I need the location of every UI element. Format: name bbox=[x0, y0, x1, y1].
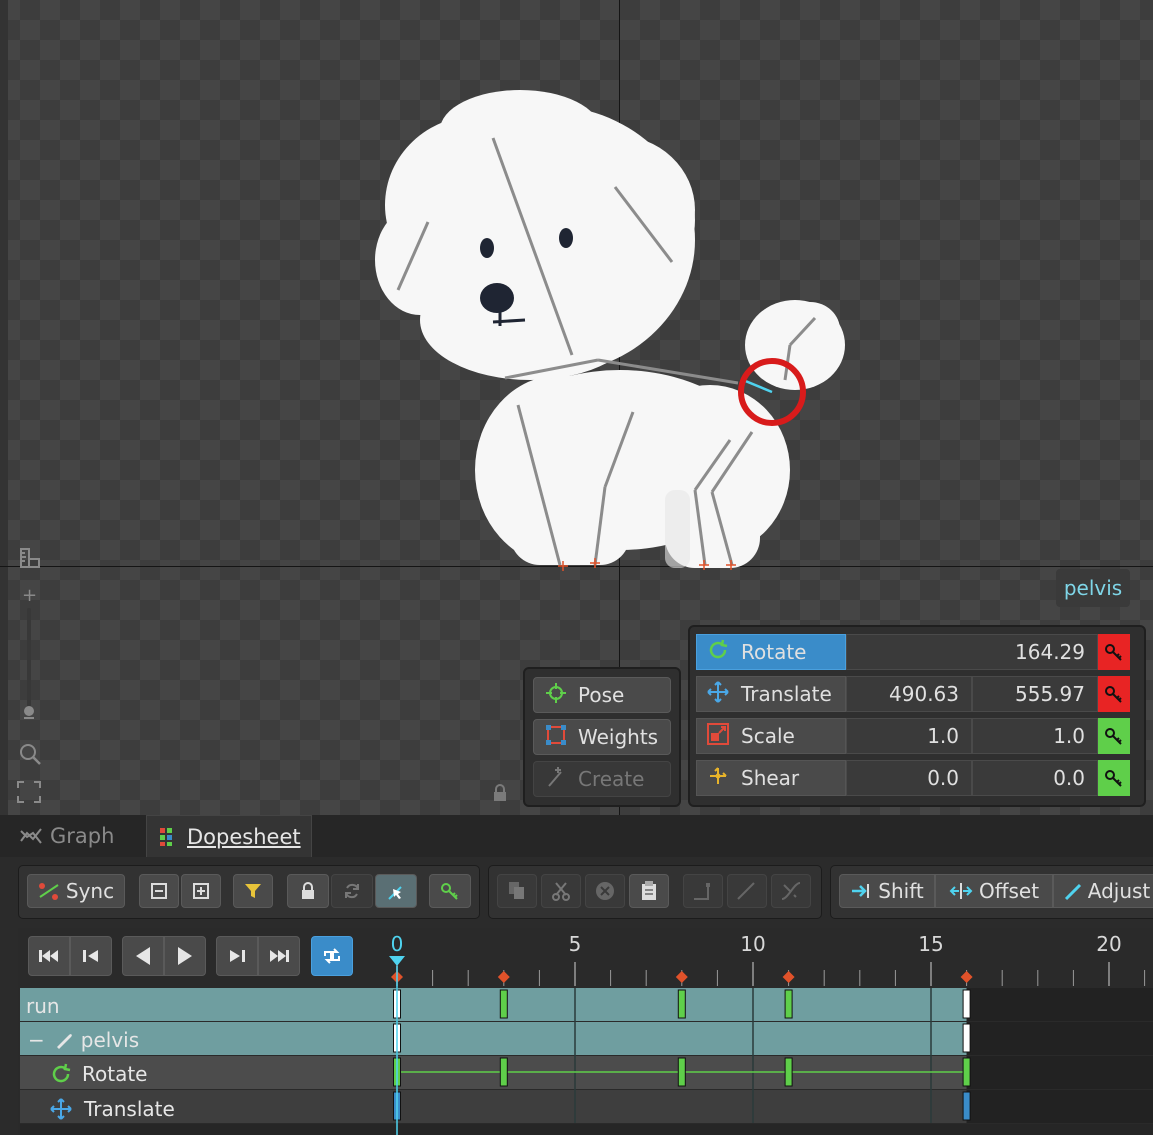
animation-track bbox=[20, 988, 967, 1021]
bone-track-empty bbox=[966, 1022, 1153, 1055]
rotate-row-label: Rotate bbox=[82, 1061, 148, 1086]
animation-key bbox=[499, 989, 508, 1019]
ruler-key-marker bbox=[675, 971, 688, 983]
ruler-key-marker bbox=[497, 971, 510, 983]
rotate-key bbox=[499, 1057, 508, 1087]
animation-key bbox=[962, 989, 971, 1019]
rotate-key bbox=[784, 1057, 793, 1087]
translate-row-label: Translate bbox=[84, 1096, 175, 1121]
timeline-footer bbox=[20, 1124, 1153, 1135]
bone-track bbox=[20, 1022, 967, 1055]
rotate-track-empty bbox=[966, 1056, 1153, 1089]
bone-row-label: pelvis bbox=[80, 1027, 140, 1052]
animation-key bbox=[677, 989, 686, 1019]
translate-track-empty bbox=[966, 1090, 1153, 1123]
animation-row-label[interactable]: run bbox=[26, 989, 60, 1022]
playhead-marker bbox=[389, 956, 405, 966]
translate-key bbox=[962, 1091, 971, 1121]
translate-icon bbox=[50, 1097, 72, 1120]
animation-key bbox=[784, 989, 793, 1019]
translate-timeline-row[interactable]: Translate bbox=[50, 1092, 175, 1125]
ruler-key-marker bbox=[960, 971, 973, 983]
ruler-key-marker bbox=[782, 971, 795, 983]
timeline-graph[interactable] bbox=[0, 0, 1153, 1135]
bone-key bbox=[962, 1023, 971, 1053]
expander-icon[interactable]: − bbox=[28, 1028, 45, 1052]
bone-icon bbox=[56, 1033, 72, 1049]
rotate-icon bbox=[52, 1063, 71, 1082]
rotate-timeline-row[interactable]: Rotate bbox=[50, 1057, 147, 1090]
animation-track-empty bbox=[966, 988, 1153, 1021]
rotate-key bbox=[677, 1057, 686, 1087]
bone-row[interactable]: − pelvis bbox=[28, 1023, 139, 1056]
rotate-key bbox=[962, 1057, 971, 1087]
